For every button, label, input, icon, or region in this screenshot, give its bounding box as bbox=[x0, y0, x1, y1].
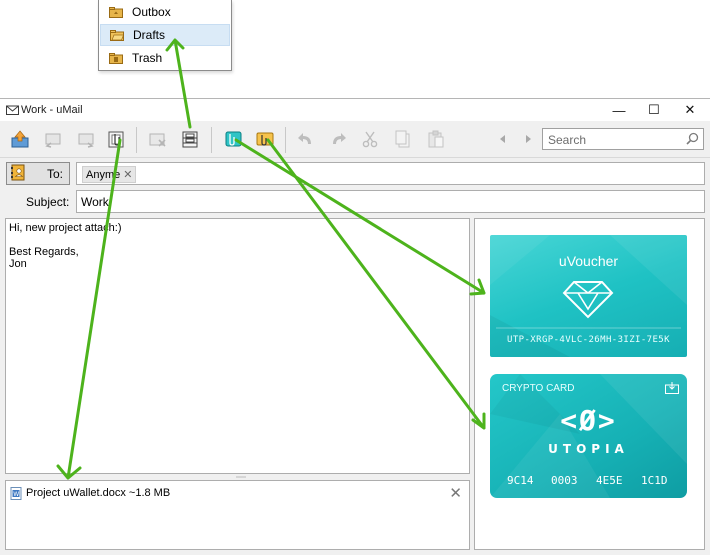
folder-item-trash[interactable]: Trash bbox=[100, 47, 230, 69]
svg-text:W: W bbox=[13, 491, 19, 498]
attachments-pane: W Project uWallet.docx ~1.8 MB ✕ bbox=[5, 480, 470, 550]
window-title: Work - uMail bbox=[21, 104, 83, 116]
undo-icon bbox=[298, 133, 311, 144]
copy-icon bbox=[395, 130, 410, 148]
forward-mail-icon bbox=[78, 133, 94, 148]
attach-voucher-button[interactable] bbox=[221, 127, 245, 151]
cut-button bbox=[358, 127, 382, 151]
close-button[interactable]: ✕ bbox=[672, 99, 708, 121]
toolbar-divider bbox=[0, 157, 710, 158]
remove-recipient-icon[interactable]: ✕ bbox=[123, 168, 132, 181]
scissors-icon bbox=[362, 131, 378, 148]
paste-button bbox=[424, 127, 448, 151]
chevron-left-icon bbox=[500, 135, 505, 143]
to-label: To: bbox=[46, 167, 63, 181]
subject-field[interactable]: Work bbox=[76, 190, 705, 213]
maximize-button[interactable]: ☐ bbox=[636, 99, 672, 121]
next-button bbox=[520, 127, 536, 151]
forward-mail-button bbox=[74, 127, 98, 151]
outbox-folder-icon bbox=[109, 6, 123, 18]
folder-item-drafts[interactable]: Drafts bbox=[100, 24, 230, 46]
card-brand: UTOPIA bbox=[548, 442, 629, 456]
subject-value: Work bbox=[81, 195, 109, 209]
search-icon[interactable] bbox=[686, 132, 699, 148]
attach-file-icon bbox=[108, 131, 124, 148]
drafts-folder-icon bbox=[110, 29, 124, 41]
attach-card-button[interactable] bbox=[253, 127, 277, 151]
card-number-group: 1C1D bbox=[641, 474, 668, 487]
to-field[interactable]: Anyme ✕ bbox=[76, 162, 705, 185]
card-number-group: 4E5E bbox=[596, 474, 623, 487]
folder-menu: Outbox Drafts Trash bbox=[98, 0, 232, 71]
toolbar-separator bbox=[285, 127, 286, 153]
address-book-icon bbox=[11, 164, 25, 184]
remove-attachment-button[interactable]: ✕ bbox=[449, 484, 462, 502]
minimize-button[interactable]: — bbox=[601, 99, 637, 121]
card-export-icon[interactable] bbox=[665, 382, 679, 397]
delete-button bbox=[146, 127, 170, 151]
previous-button bbox=[495, 127, 511, 151]
move-to-folder-button[interactable] bbox=[178, 127, 202, 151]
voucher-title: uVoucher bbox=[558, 253, 619, 269]
voucher-clip-icon bbox=[225, 131, 242, 147]
recipient-name: Anyme bbox=[86, 168, 121, 181]
chevron-right-icon bbox=[526, 135, 531, 143]
title-bar: Work - uMail — ☐ ✕ bbox=[0, 99, 710, 121]
toolbar-separator bbox=[211, 127, 212, 153]
attach-file-button[interactable] bbox=[104, 127, 128, 151]
send-icon bbox=[11, 130, 29, 148]
attachments-preview-pane: uVoucher UTP-XRGP-4VLC-26MH-3IZI-7E5K CR… bbox=[474, 218, 705, 550]
folder-label: Outbox bbox=[132, 5, 171, 19]
search-box[interactable] bbox=[542, 128, 704, 150]
undo-button bbox=[294, 127, 318, 151]
folder-label: Drafts bbox=[133, 28, 166, 42]
crypto-card[interactable]: CRYPTO CARD <Ø> UTOPIA 9C14 0003 4E5E 1C… bbox=[490, 374, 687, 498]
mail-envelope-icon bbox=[6, 104, 19, 118]
pane-splitter-handle[interactable] bbox=[236, 476, 246, 478]
paste-icon bbox=[428, 130, 444, 148]
redo-icon bbox=[333, 133, 346, 144]
copy-button bbox=[391, 127, 415, 151]
redo-button bbox=[326, 127, 350, 151]
subject-label: Subject: bbox=[26, 195, 70, 209]
folder-label: Trash bbox=[132, 51, 163, 65]
utopia-logo: <Ø> bbox=[560, 404, 617, 437]
recipient-chip[interactable]: Anyme ✕ bbox=[82, 166, 137, 183]
reply-mail-button bbox=[41, 127, 65, 151]
delete-mail-icon bbox=[149, 133, 166, 147]
message-body-editor[interactable]: Hi, new project attach:) Best Regards, J… bbox=[5, 218, 470, 474]
uvoucher-card[interactable]: uVoucher UTP-XRGP-4VLC-26MH-3IZI-7E5K bbox=[490, 235, 687, 357]
diamond-icon bbox=[562, 281, 614, 319]
to-address-button[interactable]: To: bbox=[6, 162, 70, 185]
send-button[interactable] bbox=[8, 127, 32, 151]
search-input[interactable] bbox=[546, 131, 688, 149]
voucher-code: UTP-XRGP-4VLC-26MH-3IZI-7E5K bbox=[507, 335, 670, 345]
card-number-group: 0003 bbox=[551, 474, 578, 487]
archive-drawers-icon bbox=[182, 131, 198, 148]
card-number-group: 9C14 bbox=[507, 474, 534, 487]
attachment-file-name[interactable]: Project uWallet.docx ~1.8 MB bbox=[26, 487, 170, 499]
folder-item-outbox[interactable]: Outbox bbox=[100, 1, 230, 23]
card-clip-icon bbox=[256, 132, 274, 146]
trash-folder-icon bbox=[109, 52, 123, 64]
mail-window: Work - uMail — ☐ ✕ Search To: Anyme ✕ Su… bbox=[0, 98, 710, 555]
reply-mail-icon bbox=[45, 133, 61, 148]
card-title: CRYPTO CARD bbox=[502, 383, 575, 394]
document-file-icon: W bbox=[10, 487, 22, 503]
toolbar-separator bbox=[136, 127, 137, 153]
